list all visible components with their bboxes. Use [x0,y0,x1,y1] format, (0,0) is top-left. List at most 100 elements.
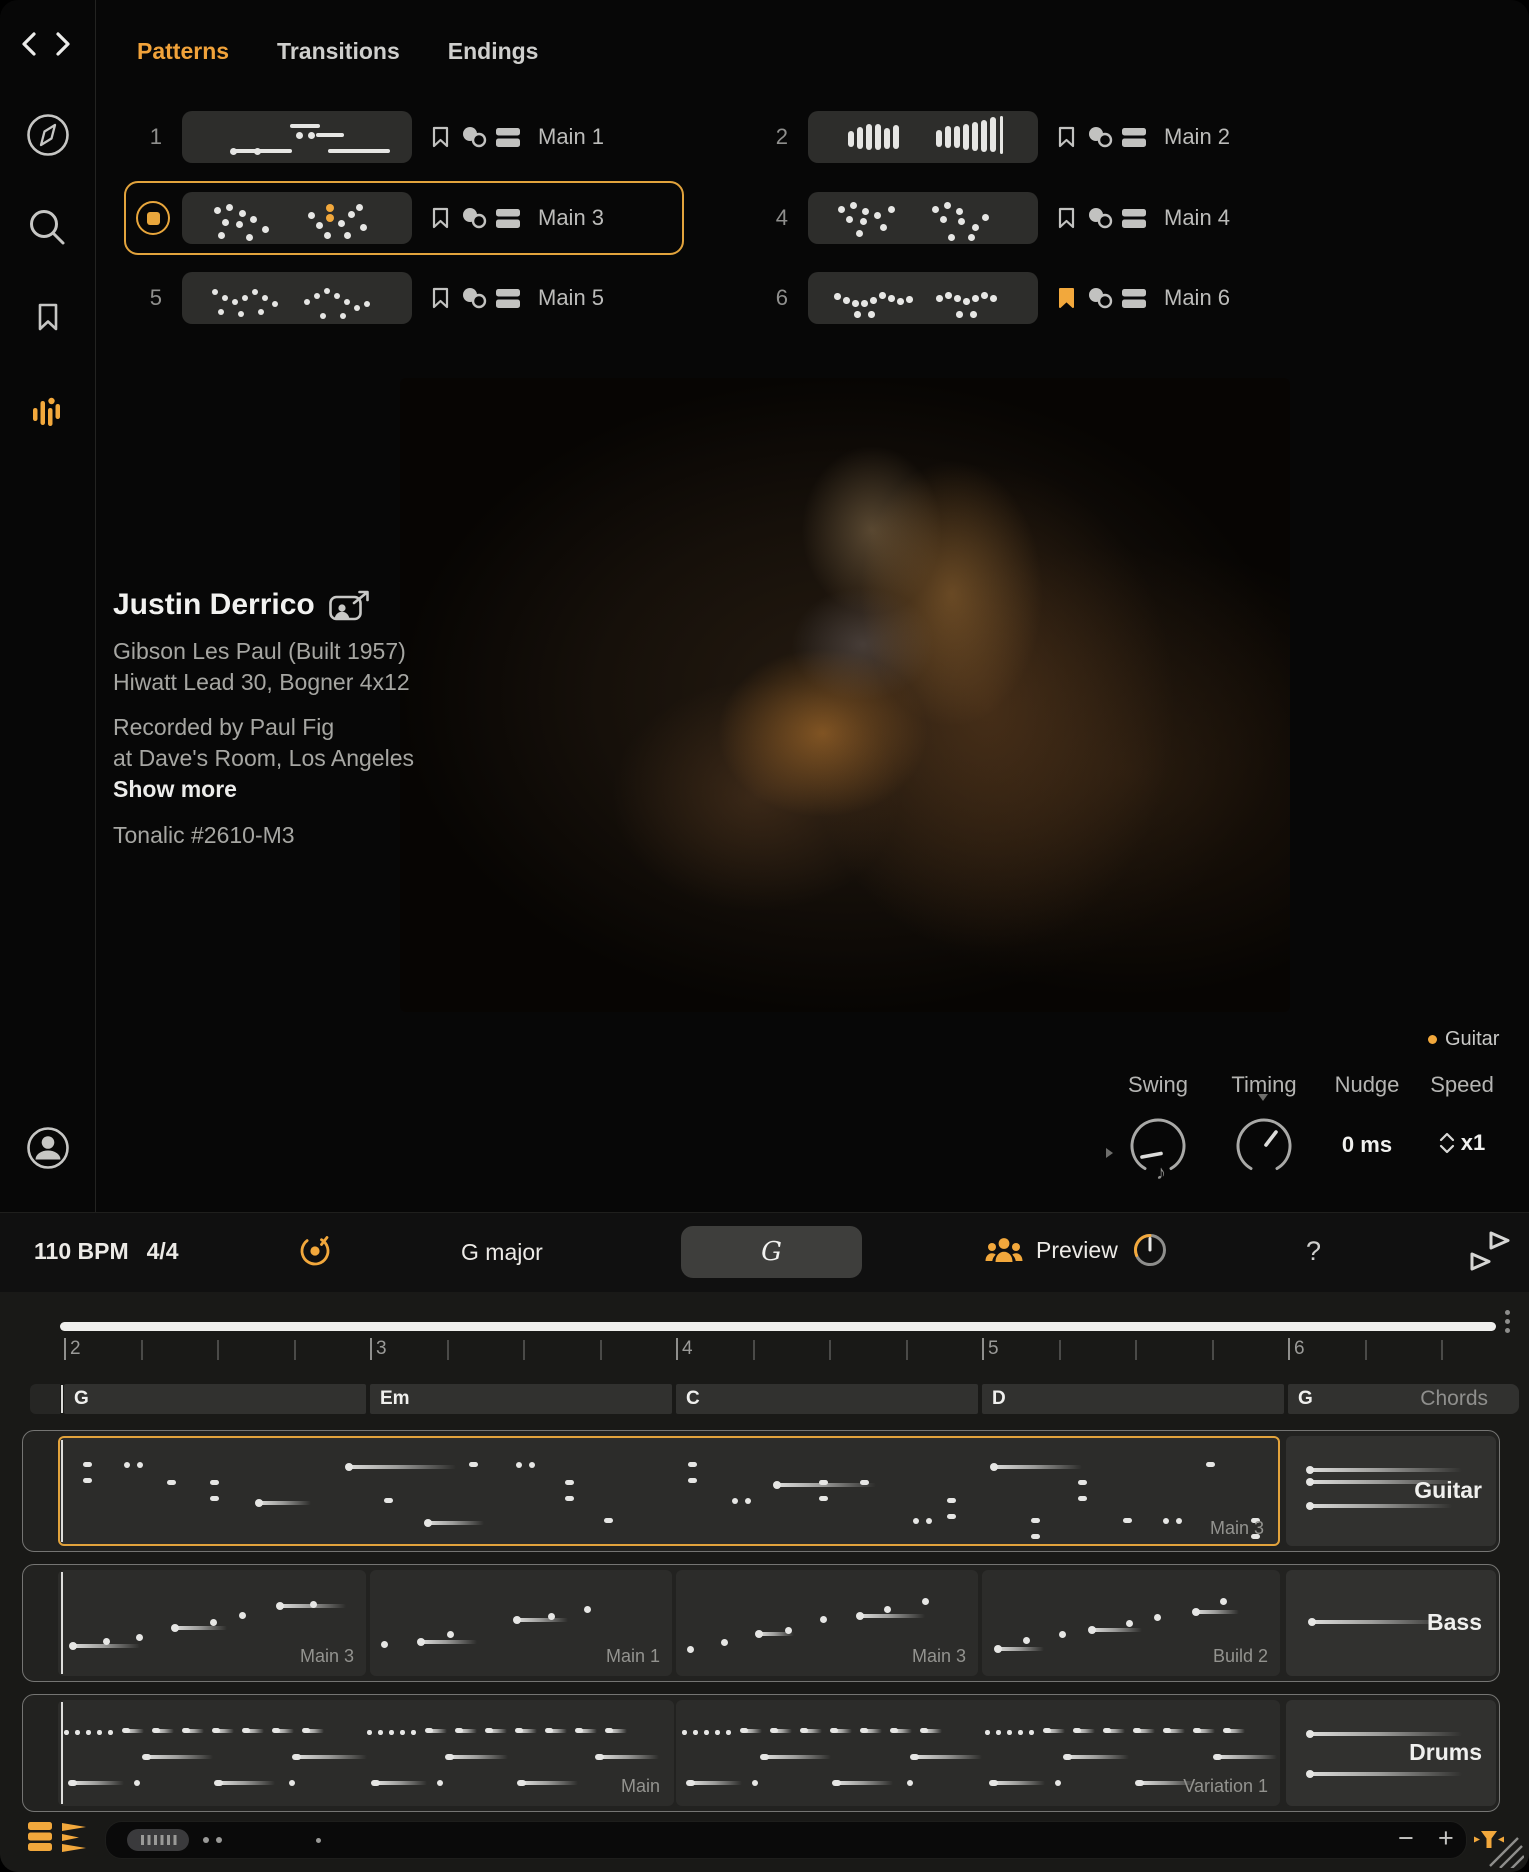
timing-knob[interactable] [1226,1108,1302,1184]
chord-region[interactable]: D [982,1384,1284,1414]
grip-dot-icon[interactable] [1505,1328,1510,1333]
bpm-display[interactable]: 110 BPM [34,1238,129,1265]
patterns-waveform-icon[interactable] [31,394,65,434]
tab-patterns[interactable]: Patterns [137,38,229,65]
tempo-group: 110 BPM 4/4 [34,1238,179,1265]
legend-dot-icon [1428,1035,1437,1044]
pattern-label[interactable]: Main 4 [1164,205,1230,231]
account-icon[interactable] [25,1125,71,1171]
show-more-link[interactable]: Show more [113,774,237,805]
variants-icon[interactable] [1088,287,1114,309]
pattern-thumbnail[interactable] [182,111,412,163]
region-label: Build 2 [1164,1646,1268,1667]
track-name-drums: Drums [1290,1739,1482,1766]
chord-button[interactable]: G [681,1226,862,1278]
region-label: Variation 1 [1148,1776,1268,1797]
artist-link-icon[interactable] [329,589,371,621]
speed-value: x1 [1461,1130,1485,1156]
kit-icon[interactable] [1122,209,1146,228]
performer-video [400,378,1290,1012]
pattern-label[interactable]: Main 3 [538,205,604,231]
back-icon[interactable] [18,30,42,58]
chord-region-stub [30,1384,60,1414]
kit-icon[interactable] [496,209,520,228]
legend-label: Guitar [1445,1028,1499,1051]
speed-control[interactable]: x1 [1402,1130,1522,1156]
grip-dot-icon[interactable] [1505,1310,1510,1315]
region-label: Main 3 [1160,1518,1264,1539]
time-signature[interactable]: 4/4 [147,1238,179,1265]
lane-list-icon[interactable] [28,1822,54,1852]
resize-grip-icon[interactable] [1488,1836,1524,1868]
artist-credit-line2: at Dave's Room, Los Angeles [113,743,414,774]
forward-icon[interactable] [50,30,74,58]
bookmark-filled-icon[interactable] [1058,287,1075,309]
artist-header: Justin Derrico [113,588,371,622]
bar-number: 4 [682,1338,693,1360]
speed-label: Speed [1402,1072,1522,1098]
search-icon[interactable] [26,206,70,250]
plugin-window-icon[interactable] [1466,1228,1514,1276]
artist-name: Justin Derrico [113,588,315,622]
zoom-in-button[interactable]: + [1438,1823,1454,1854]
timeline-zoom-strip[interactable] [60,1322,1496,1331]
tab-bar: Patterns Transitions Endings [137,38,538,65]
variants-icon[interactable] [462,207,488,229]
kit-icon[interactable] [496,289,520,308]
timeline-minimap[interactable] [105,1821,1467,1859]
artist-credit-line1: Recorded by Paul Fig [113,712,334,743]
pattern-thumbnail[interactable] [182,192,412,244]
bookmark-icon[interactable] [432,287,449,309]
chord-region[interactable]: Em [370,1384,672,1414]
guitar-region-notes [64,1442,1274,1540]
pattern-number: 4 [758,205,788,231]
people-icon [984,1234,1024,1266]
cycle-icon[interactable] [296,1232,334,1270]
help-button[interactable]: ? [1306,1236,1321,1267]
browse-compass-icon[interactable] [25,112,71,158]
swing-label: Swing [1098,1072,1218,1098]
pattern-thumbnail[interactable] [808,192,1038,244]
key-display[interactable]: G major [461,1239,543,1266]
pattern-label[interactable]: Main 6 [1164,285,1230,311]
app-window: Patterns Transitions Endings 1 Main 1 2 … [0,0,1529,1872]
pattern-thumbnail[interactable] [182,272,412,324]
pattern-label[interactable]: Main 5 [538,285,604,311]
bookmark-icon[interactable] [1058,207,1075,229]
chord-region[interactable]: C [676,1384,978,1414]
variants-icon[interactable] [462,126,488,148]
grip-dot-icon[interactable] [1505,1319,1510,1324]
pattern-thumbnail[interactable] [808,111,1038,163]
chord-region[interactable]: G [64,1384,366,1414]
variants-icon[interactable] [1088,207,1114,229]
preview-button[interactable]: Preview [984,1230,1170,1270]
minimap-dot [316,1838,321,1843]
catalog-id: Tonalic #2610-M3 [113,820,295,851]
bar-number: 6 [1294,1338,1305,1360]
guitar-region[interactable] [58,1436,1280,1546]
pattern-stop-button[interactable] [136,201,170,235]
pattern-label[interactable]: Main 1 [538,124,604,150]
tab-transitions[interactable]: Transitions [277,38,400,65]
bookmark-icon[interactable] [432,126,449,148]
minimap-dot [203,1837,209,1843]
track-name-guitar: Guitar [1290,1477,1482,1504]
region-label: Main 3 [250,1646,354,1667]
variants-icon[interactable] [462,287,488,309]
zoom-out-button[interactable]: − [1398,1823,1414,1854]
tab-endings[interactable]: Endings [448,38,539,65]
pattern-label[interactable]: Main 2 [1164,124,1230,150]
playhead [61,1702,63,1804]
region-label: Main [556,1776,660,1797]
kit-icon[interactable] [1122,289,1146,308]
kit-icon[interactable] [1122,128,1146,147]
variants-icon[interactable] [1088,126,1114,148]
bookmark-icon[interactable] [1058,126,1075,148]
lane-arrows-icon[interactable] [62,1822,88,1852]
pattern-number: 2 [758,124,788,150]
bookmarks-icon[interactable] [36,302,60,332]
minimap-viewport-marks [141,1835,177,1845]
kit-icon[interactable] [496,128,520,147]
pattern-thumbnail[interactable] [808,272,1038,324]
bookmark-icon[interactable] [432,207,449,229]
